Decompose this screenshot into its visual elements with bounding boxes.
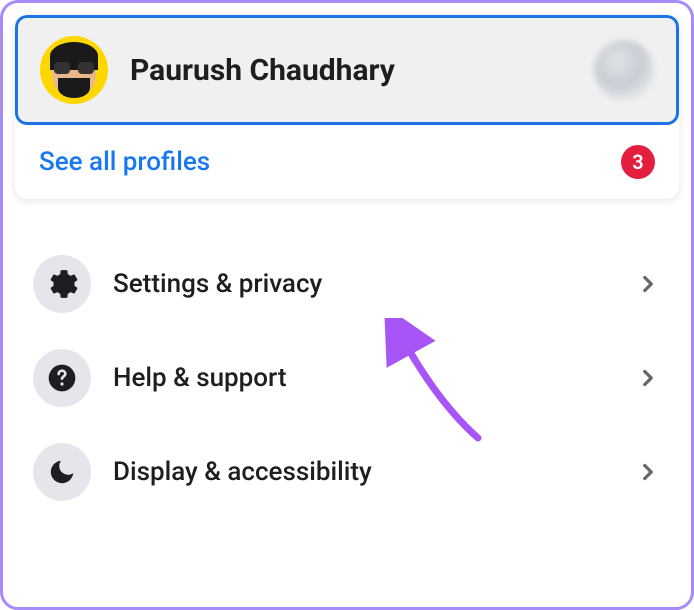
menu-list: Settings & privacy Help & support Displa… — [15, 229, 679, 527]
menu-item-help-support[interactable]: Help & support — [19, 331, 675, 425]
menu-label: Display & accessibility — [113, 457, 635, 487]
menu-label: Settings & privacy — [113, 269, 635, 299]
see-all-profiles[interactable]: See all profiles 3 — [15, 125, 679, 199]
secondary-avatar — [594, 40, 654, 100]
chevron-right-icon — [635, 459, 661, 485]
profile-card: Paurush Chaudhary See all profiles 3 — [15, 15, 679, 199]
profile-row[interactable]: Paurush Chaudhary — [15, 15, 679, 125]
profile-name: Paurush Chaudhary — [130, 53, 594, 88]
gear-icon — [33, 255, 91, 313]
menu-label: Help & support — [113, 363, 635, 393]
avatar — [40, 36, 108, 104]
chevron-right-icon — [635, 271, 661, 297]
notification-badge: 3 — [621, 145, 655, 179]
chevron-right-icon — [635, 365, 661, 391]
see-all-label: See all profiles — [39, 147, 210, 177]
moon-icon — [33, 443, 91, 501]
menu-item-settings-privacy[interactable]: Settings & privacy — [19, 237, 675, 331]
question-icon — [33, 349, 91, 407]
menu-item-display-accessibility[interactable]: Display & accessibility — [19, 425, 675, 519]
